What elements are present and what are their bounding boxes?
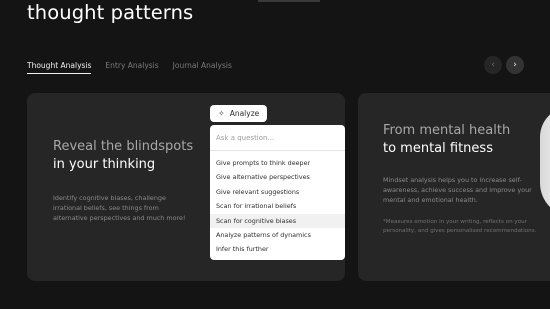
- carousel-next-button[interactable]: ›: [506, 56, 524, 74]
- chevron-right-icon: ›: [513, 59, 517, 70]
- option-alternative-perspectives[interactable]: Give alternative perspectives: [210, 170, 345, 184]
- page-title: thought patterns: [27, 1, 194, 24]
- option-relevant-suggestions[interactable]: Give relevant suggestions: [210, 185, 345, 199]
- analyze-button-label: Analyze: [229, 109, 260, 118]
- card-description: Mindset analysis helps you to increase s…: [383, 176, 532, 205]
- option-scan-irrational-beliefs[interactable]: Scan for irrational beliefs: [210, 199, 345, 213]
- top-divider: [258, 0, 320, 2]
- card-description: Identify cognitive biases, challenge irr…: [53, 194, 186, 223]
- chevron-left-icon: ‹: [491, 59, 495, 70]
- tab-journal-analysis[interactable]: Journal Analysis: [173, 61, 232, 74]
- analyze-button[interactable]: ✧ Analyze: [210, 105, 268, 122]
- card-heading-line1: Reveal the blindspots: [53, 139, 194, 154]
- feature-card-mental-fitness: From mental health to mental fitness Min…: [358, 93, 550, 281]
- card-heading-line1: From mental health: [383, 123, 511, 138]
- carousel-prev-button[interactable]: ‹: [484, 56, 502, 74]
- card-heading-line2: in your thinking: [53, 157, 156, 172]
- dropdown-divider: [210, 150, 345, 151]
- option-infer-further[interactable]: Infer this further: [210, 242, 345, 256]
- analysis-tabs: Thought Analysis Entry Analysis Journal …: [27, 61, 232, 74]
- card-heading: From mental health to mental fitness: [383, 122, 510, 158]
- option-prompts-think-deeper[interactable]: Give prompts to think deeper: [210, 156, 345, 170]
- card-heading: Reveal the blindspots in your thinking: [53, 138, 193, 174]
- card-heading-line2: to mental fitness: [383, 141, 493, 156]
- tab-thought-analysis[interactable]: Thought Analysis: [27, 61, 92, 74]
- tab-entry-analysis[interactable]: Entry Analysis: [105, 61, 158, 74]
- analyze-dropdown: Give prompts to think deeper Give altern…: [210, 125, 345, 260]
- ask-question-input[interactable]: [216, 130, 339, 146]
- card-footnote: *Measures emotion in your writing, refle…: [383, 219, 537, 234]
- sparkle-icon: ✧: [218, 109, 225, 118]
- analyze-options-list: Give prompts to think deeper Give altern…: [210, 156, 345, 257]
- option-analyze-patterns[interactable]: Analyze patterns of dynamics: [210, 228, 345, 242]
- option-scan-cognitive-biases[interactable]: Scan for cognitive biases: [210, 213, 345, 228]
